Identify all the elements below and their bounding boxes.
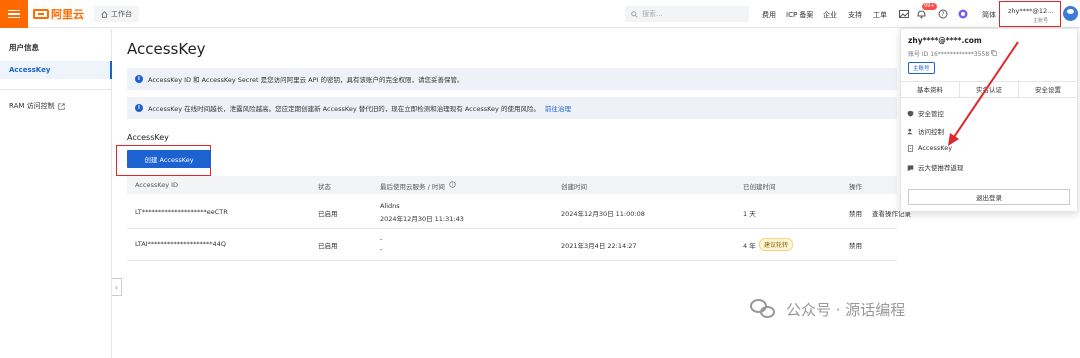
last-used-time: 2024年12月30日 11:31:43: [380, 215, 464, 223]
accesskey-id: LTAI********************44Q: [135, 240, 226, 248]
nav-billing[interactable]: 费用: [762, 10, 776, 20]
notice-banner: i AccessKey ID 和 AccessKey Secret 是您访问阿里…: [127, 68, 897, 90]
menu-icon[interactable]: [0, 0, 28, 28]
help-icon[interactable]: ?: [449, 181, 456, 188]
panel-tabs: 基本资料 实名认证 安全设置: [901, 81, 1077, 98]
image-icon[interactable]: [898, 8, 909, 19]
menu-item-label: AccessKey: [918, 144, 953, 152]
role-tag: 主账号: [908, 62, 935, 74]
disable-link[interactable]: 禁用: [849, 208, 862, 218]
column-header: 状态: [318, 183, 331, 191]
nav-enterprise[interactable]: 企业: [823, 10, 837, 20]
sidebar-divider: [0, 89, 111, 90]
created-time: 2021年3月4日 22:14:27: [561, 242, 637, 250]
notice-banner: i AccessKey 在线时间越长，泄露风险越高。您应定期创建新 Access…: [127, 97, 897, 119]
key-icon: [908, 144, 913, 152]
table-row: LT********************eeCTR 已启用 Alidns 2…: [127, 194, 911, 229]
logout-button[interactable]: 退出登录: [908, 189, 1070, 205]
notice-text: AccessKey 在线时间越长，泄露风险越高。您应定期创建新 AccessKe…: [148, 105, 540, 113]
tab-real-name[interactable]: 实名认证: [960, 82, 1019, 97]
user-menu-highlight[interactable]: zhy****@12... 主账号: [999, 1, 1061, 27]
govern-link[interactable]: 前往治理: [545, 103, 571, 113]
create-accesskey-button[interactable]: 创建 AccessKey: [127, 150, 211, 168]
search-placeholder: 搜索...: [642, 10, 663, 18]
info-icon: i: [135, 104, 143, 112]
top-navigation-bar: 阿里云 工作台 搜索... 费用 ICP 备案 企业 支持 工单 99+ ? 简…: [0, 0, 1080, 28]
notification-badge: 99+: [922, 3, 937, 10]
nav-icp[interactable]: ICP 备案: [786, 10, 813, 20]
users-icon: [907, 128, 913, 134]
menu-item-security-control[interactable]: 安全管控: [907, 108, 944, 118]
last-used-time: -: [380, 245, 383, 253]
sidebar: 用户信息 AccessKey RAM 访问控制: [0, 29, 112, 358]
collapse-sidebar-button[interactable]: ‹: [112, 278, 122, 296]
workbench-label: 工作台: [111, 10, 132, 18]
wechat-icon: [750, 297, 780, 321]
info-icon: i: [135, 75, 143, 83]
table-header: AccessKey ID 状态 最后使用云服务 / 时间 ? 创建时间 已创建时…: [127, 176, 897, 194]
logo-text: 阿里云: [51, 8, 84, 21]
menu-item-access-control[interactable]: 访问控制: [907, 126, 944, 136]
sidebar-item-label: AccessKey: [9, 66, 51, 74]
help-icon[interactable]: ?: [937, 8, 948, 19]
user-role-label: 主账号: [1033, 18, 1049, 24]
account-id: 账号 ID 16************3558: [908, 49, 997, 58]
menu-item-label: 访问控制: [918, 128, 944, 136]
sidebar-item-ram[interactable]: RAM 访问控制: [9, 101, 65, 111]
age-text: 4 年: [743, 242, 756, 250]
svg-text:?: ?: [451, 182, 453, 187]
accesskey-id: LT********************eeCTR: [135, 208, 228, 216]
disable-link[interactable]: 禁用: [849, 240, 862, 250]
user-display-name: zhy****@12...: [1008, 7, 1054, 15]
assistant-icon[interactable]: [957, 8, 968, 19]
svg-text:?: ?: [941, 11, 944, 18]
nav-support[interactable]: 支持: [848, 10, 862, 20]
copy-icon[interactable]: [991, 50, 997, 56]
gift-icon: [907, 164, 914, 171]
last-service: Alidns: [380, 202, 400, 210]
workbench-button[interactable]: 工作台: [94, 6, 139, 22]
account-id-value: 16************3558: [930, 51, 990, 58]
column-header: 已创建时间: [743, 183, 776, 191]
sidebar-item-accesskey[interactable]: AccessKey: [0, 61, 112, 79]
created-time: 2024年12月30日 11:00:08: [561, 210, 645, 218]
account-name: zhy****@****.com: [908, 36, 982, 45]
column-header: 创建时间: [561, 183, 587, 191]
column-header: 操作: [849, 183, 862, 191]
external-link-icon: [57, 102, 65, 110]
language-switch[interactable]: 简体: [982, 10, 996, 20]
shield-icon: [907, 110, 914, 117]
tab-basic-info[interactable]: 基本资料: [901, 82, 960, 97]
user-dropdown-panel: zhy****@****.com 账号 ID 16************355…: [900, 28, 1078, 212]
aliyun-logo[interactable]: 阿里云: [33, 7, 84, 21]
column-header: AccessKey ID: [135, 181, 179, 189]
table-row: LTAI********************44Q 已启用 - - 2021…: [127, 229, 897, 261]
menu-item-label: 安全管控: [918, 110, 944, 118]
nav-ticket[interactable]: 工单: [873, 10, 887, 20]
status-text: 已启用: [318, 210, 338, 218]
tab-security[interactable]: 安全设置: [1019, 82, 1077, 97]
menu-item-label: 云大使推荐返现: [918, 164, 964, 172]
rotate-suggest-badge: 建议轮转: [759, 238, 794, 251]
menu-item-ambassador[interactable]: 云大使推荐返现: [907, 162, 964, 172]
sidebar-item-label: RAM 访问控制: [9, 102, 55, 110]
page-title: AccessKey: [127, 40, 206, 58]
menu-item-accesskey[interactable]: AccessKey: [907, 144, 952, 152]
home-icon: [101, 10, 108, 18]
status-text: 已启用: [318, 242, 338, 250]
watermark-text: 公众号 · 源话编程: [786, 300, 906, 319]
notice-text: AccessKey ID 和 AccessKey Secret 是您访问阿里云 …: [148, 76, 464, 84]
section-title: AccessKey: [127, 133, 169, 142]
last-service: -: [380, 235, 383, 243]
column-header: 最后使用云服务 / 时间: [380, 183, 445, 191]
avatar[interactable]: [1063, 6, 1078, 21]
chevron-left-icon: ‹: [114, 282, 119, 292]
age-text: 1 天: [743, 210, 756, 218]
account-id-label: 账号 ID: [908, 51, 929, 58]
watermark: 公众号 · 源话编程: [750, 297, 905, 321]
sidebar-title: 用户信息: [9, 43, 39, 52]
search-icon: [631, 10, 638, 18]
search-input[interactable]: 搜索...: [625, 6, 749, 22]
